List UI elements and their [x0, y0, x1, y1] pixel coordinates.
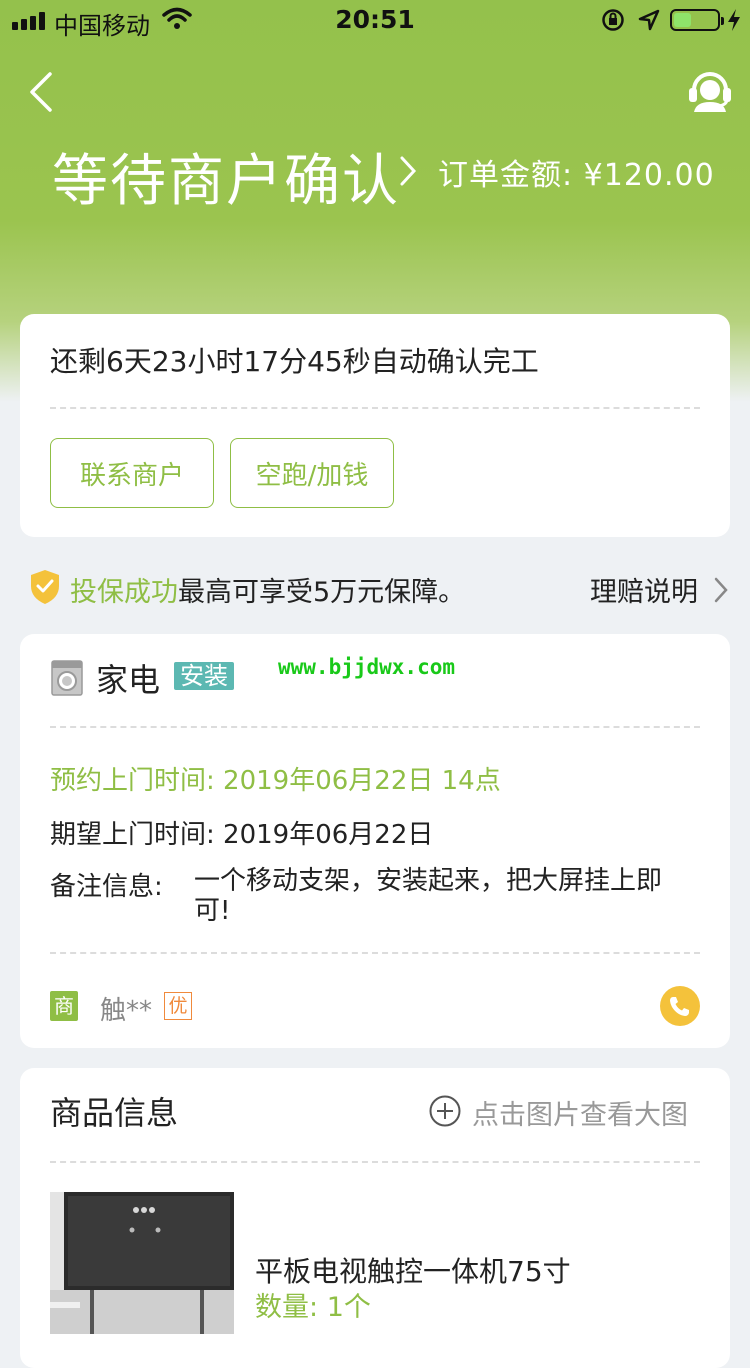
merchant-name: 触**: [100, 996, 153, 1026]
order-amount-label: 订单金额:: [438, 158, 574, 193]
preferred-badge: 优: [164, 992, 192, 1020]
expected-time-value: 2019年06月22日: [223, 820, 434, 850]
service-category: 家电: [96, 661, 161, 699]
remark-value: 一个移动支架，安装起来，把大屏挂上即可!: [194, 866, 663, 926]
insurance-detail: 最高可享受5万元保障。: [178, 577, 466, 608]
chevron-right-icon[interactable]: [713, 576, 729, 608]
product-image[interactable]: [50, 1192, 234, 1334]
order-status-title[interactable]: 等待商户确认: [52, 136, 400, 217]
appointment-time-value: 2019年06月22日 14点: [223, 766, 501, 796]
insurance-row: 投保成功最高可享受5万元保障。 理赔说明: [0, 560, 750, 614]
appointment-time: 预约上门时间: 2019年06月22日 14点: [50, 760, 501, 797]
merchant-badge: 商: [50, 991, 78, 1021]
phone-icon: [670, 997, 689, 1016]
headset-icon: [689, 72, 731, 112]
customer-service-button[interactable]: [686, 66, 734, 114]
call-merchant-button[interactable]: [660, 986, 700, 1026]
charging-icon: [727, 8, 741, 38]
shield-check-icon: [28, 568, 62, 610]
appointment-time-label: 预约上门时间:: [50, 766, 215, 796]
chevron-right-icon[interactable]: [398, 154, 418, 192]
back-button[interactable]: [26, 70, 66, 114]
extra-charge-button[interactable]: 空跑/加钱: [230, 438, 394, 508]
washing-machine-icon: [51, 660, 83, 700]
order-amount-value: ¥120.00: [583, 158, 715, 193]
divider: [50, 1161, 700, 1163]
service-type-tag: 安装: [174, 662, 234, 690]
chevron-left-icon: [30, 72, 52, 112]
status-bar: 中国移动 20:51: [0, 0, 750, 40]
product-quantity: 数量: 1个: [255, 1285, 371, 1324]
insurance-text: 投保成功最高可享受5万元保障。: [70, 570, 465, 609]
orientation-lock-icon: [601, 8, 625, 38]
location-icon: [638, 9, 660, 37]
contact-merchant-button[interactable]: 联系商户: [50, 438, 214, 508]
claim-info-link[interactable]: 理赔说明: [590, 570, 698, 609]
expected-time: 期望上门时间: 2019年06月22日: [50, 814, 433, 851]
remark-label: 备注信息:: [50, 872, 163, 902]
divider: [50, 952, 700, 954]
watermark-text: www.bjjdwx.com: [278, 655, 456, 679]
auto-confirm-countdown: 还剩6天23小时17分45秒自动确认完工: [50, 345, 539, 378]
product-name: 平板电视触控一体机75寸: [255, 1255, 571, 1288]
insurance-status: 投保成功: [70, 577, 178, 608]
divider: [50, 726, 700, 728]
divider: [50, 407, 700, 409]
order-amount: 订单金额: ¥120.00: [438, 150, 715, 194]
quantity-label: 数量:: [255, 1292, 319, 1323]
quantity-value: 1个: [326, 1292, 371, 1323]
battery-fill: [674, 13, 691, 27]
zoom-in-icon[interactable]: [428, 1094, 462, 1132]
battery-icon: [670, 9, 724, 31]
expected-time-label: 期望上门时间:: [50, 820, 215, 850]
goods-section-title: 商品信息: [50, 1094, 179, 1132]
view-large-image-link[interactable]: 点击图片查看大图: [472, 1093, 688, 1132]
